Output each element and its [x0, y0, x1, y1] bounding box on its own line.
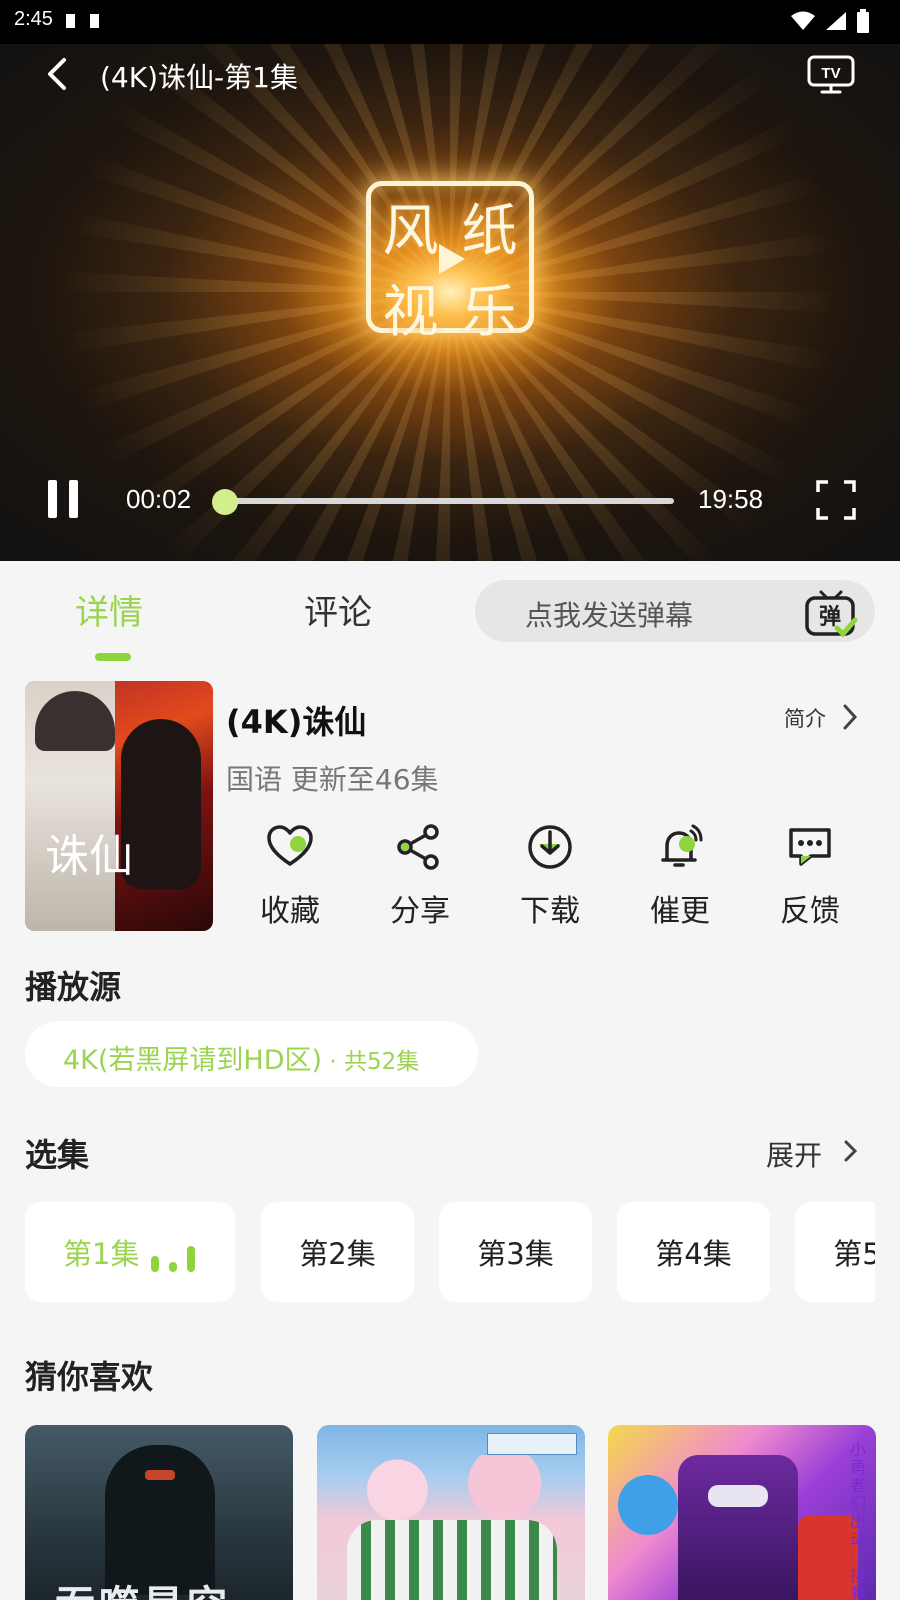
recommend-poster-art: [317, 1455, 585, 1525]
chevron-right-icon[interactable]: [842, 1136, 860, 1166]
action-label: 分享: [390, 894, 450, 929]
poster-figure-right: [121, 719, 201, 889]
video-player[interactable]: 风 纸 视 乐 (4K)诛仙-第1集 TV 00:02 19:58: [0, 44, 900, 561]
recommend-card[interactable]: [317, 1425, 585, 1600]
tab-details[interactable]: 详情: [75, 585, 143, 634]
video-logo: 风 纸 视 乐: [366, 181, 534, 345]
poster-calligraphy: 诛仙: [45, 831, 133, 882]
current-time: 00:02: [126, 484, 192, 514]
urge-update-button[interactable]: 催更: [630, 822, 730, 930]
logo-char: 视: [382, 280, 439, 345]
player-title: (4K)诛仙-第1集: [100, 61, 298, 94]
logo-char: 风: [382, 199, 439, 264]
fullscreen-icon[interactable]: [816, 480, 856, 520]
bell-icon: [661, 824, 703, 867]
feedback-button[interactable]: 反馈: [760, 822, 860, 930]
recommend-poster-art: [678, 1455, 798, 1600]
battery-icon: [857, 9, 869, 33]
action-label: 收藏: [260, 894, 320, 929]
episode-label: 第2集: [299, 1237, 376, 1271]
detail-tabs: 详情 评论 点我发送弹幕 弹: [0, 561, 900, 661]
progress-track[interactable]: [211, 489, 674, 515]
recommend-card[interactable]: 小勇者们出动·拯救星球用光!!: [608, 1425, 876, 1600]
logo-play-icon: [439, 244, 465, 274]
action-label: 催更: [650, 894, 710, 929]
show-title: (4K)诛仙: [226, 703, 367, 741]
episode-item[interactable]: 第1集: [25, 1202, 235, 1302]
download-icon: [528, 825, 572, 869]
action-label: 反馈: [780, 894, 840, 929]
action-label: 下载: [520, 894, 580, 929]
recommend-poster-badge: [487, 1433, 577, 1455]
system-icons: [790, 9, 870, 33]
episode-item[interactable]: 第5集: [795, 1202, 875, 1302]
progress-thumb[interactable]: [211, 489, 238, 515]
intro-link[interactable]: 简介: [784, 703, 826, 733]
playing-bars-icon: [151, 1242, 195, 1272]
heart-icon: [267, 825, 313, 866]
recommend-poster-art: [145, 1470, 175, 1480]
status-bar: 2:45: [0, 0, 900, 44]
player-top-bar: (4K)诛仙-第1集 TV: [0, 44, 900, 104]
pause-icon[interactable]: [46, 480, 80, 518]
source-section-title: 播放源: [25, 968, 122, 1006]
episode-item[interactable]: 第3集: [439, 1202, 592, 1302]
episode-list: 第1集 第2集 第3集 第4集 第5集: [25, 1202, 875, 1302]
episode-item[interactable]: 第2集: [261, 1202, 414, 1302]
logo-char: 纸: [461, 199, 518, 264]
sim-notification-icon: [66, 14, 99, 28]
recommend-poster-text: 小勇者们出动·拯救星球用光!!: [850, 1440, 867, 1600]
recommend-poster-art: [618, 1475, 678, 1535]
show-meta: 国语 更新至46集: [226, 763, 439, 796]
feedback-icon: [789, 828, 831, 866]
signal-icon: [826, 12, 846, 30]
recommend-poster-art: [347, 1520, 557, 1600]
episode-label: 第5集: [833, 1237, 875, 1271]
recommend-poster-art: [708, 1485, 768, 1507]
recommend-card[interactable]: 吞噬星空: [25, 1425, 293, 1600]
logo-char: 乐: [461, 280, 518, 345]
danmu-tv-icon[interactable]: 弹: [803, 584, 859, 640]
tab-indicator: [95, 653, 131, 661]
episode-label: 第1集: [63, 1237, 140, 1271]
episode-label: 第3集: [477, 1237, 554, 1271]
danmu-placeholder: 点我发送弹幕: [525, 599, 694, 632]
recommend-poster-art: [798, 1515, 858, 1600]
expand-episodes[interactable]: 展开: [766, 1134, 822, 1174]
svg-text:TV: TV: [821, 65, 840, 82]
source-chip-text: 4K(若黑屏请到HD区) · 共52集: [63, 1038, 419, 1077]
episode-item[interactable]: 第4集: [617, 1202, 770, 1302]
show-poster[interactable]: 诛仙: [25, 681, 213, 931]
tab-comments[interactable]: 评论: [304, 585, 372, 634]
danmu-input[interactable]: 点我发送弹幕 弹: [475, 580, 875, 642]
cast-tv-icon[interactable]: TV: [806, 54, 856, 96]
download-button[interactable]: 下载: [500, 822, 600, 930]
episode-label: 第4集: [655, 1237, 732, 1271]
source-count: · 共52集: [322, 1049, 420, 1075]
status-time: 2:45: [14, 8, 53, 30]
share-button[interactable]: 分享: [370, 822, 470, 930]
episodes-section-title: 选集: [25, 1136, 90, 1174]
player-controls: 00:02 19:58: [0, 474, 900, 524]
source-chip[interactable]: 4K(若黑屏请到HD区) · 共52集: [25, 1021, 478, 1087]
duration: 19:58: [698, 484, 764, 514]
recommend-section-title: 猜你喜欢: [25, 1358, 154, 1396]
wifi-icon: [791, 11, 815, 30]
share-icon: [397, 824, 439, 870]
notification-icons: [62, 10, 102, 36]
source-name: 4K(若黑屏请到HD区): [63, 1045, 323, 1076]
back-arrow-icon[interactable]: [40, 56, 76, 92]
chevron-right-icon[interactable]: [840, 702, 860, 732]
recommend-poster-text: 吞噬星空: [55, 1573, 231, 1600]
favorite-button[interactable]: 收藏: [240, 822, 340, 930]
